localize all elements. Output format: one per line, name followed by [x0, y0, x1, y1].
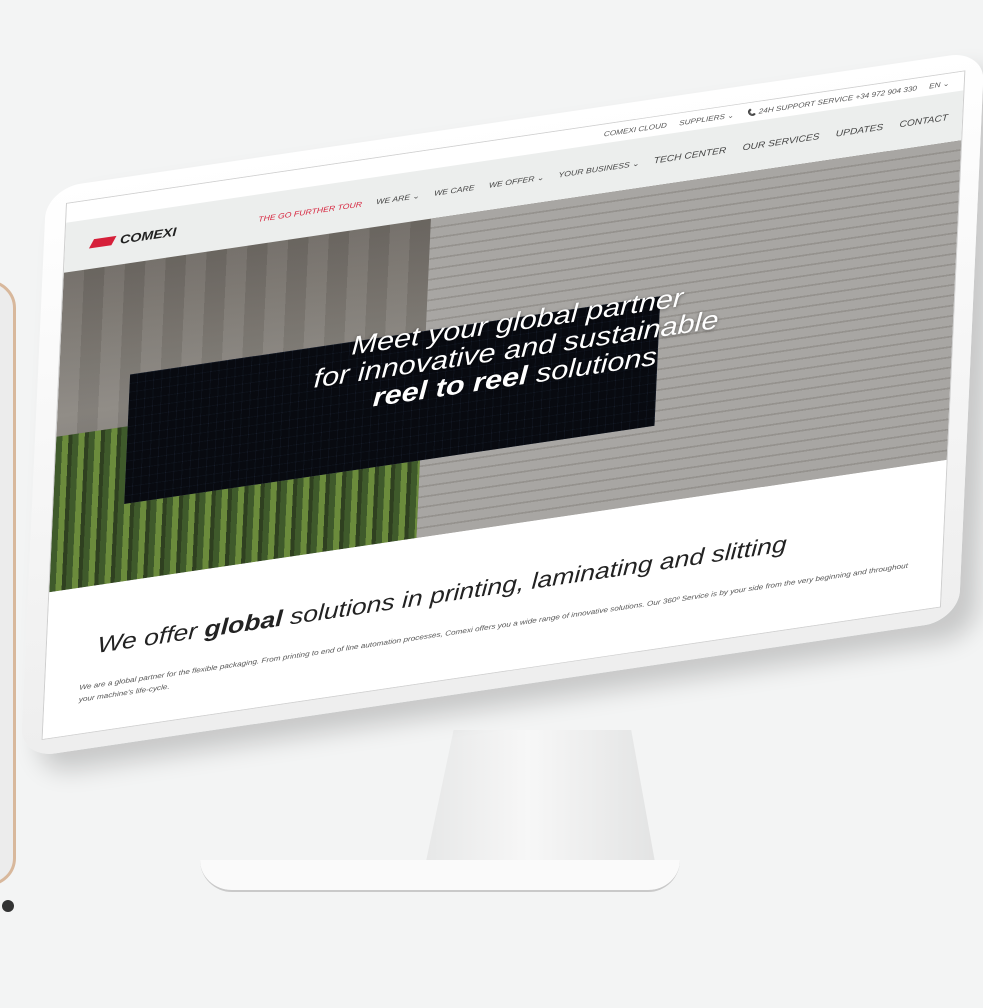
nav-item-tech-center[interactable]: TECH CENTER: [654, 145, 727, 165]
nav-item-we-are[interactable]: WE ARE ⌄: [376, 191, 420, 207]
phone-dot: [2, 900, 14, 912]
nav-item-updates[interactable]: UPDATES: [836, 122, 884, 138]
nav-item-go-further-tour[interactable]: THE GO FURTHER TOUR: [258, 200, 362, 224]
phone-edge: [0, 280, 16, 886]
monitor: COMEXI CLOUD SUPPLIERS ⌄ 📞 24H SUPPORT S…: [20, 50, 983, 1005]
nav-item-our-services[interactable]: OUR SERVICES: [742, 132, 819, 153]
heading-bold: global: [204, 604, 284, 643]
language-select[interactable]: EN ⌄: [929, 79, 950, 90]
logo-mark-icon: [88, 235, 117, 249]
nav-item-we-care[interactable]: WE CARE: [434, 183, 475, 198]
nav-item-we-offer[interactable]: WE OFFER ⌄: [489, 172, 545, 190]
comexi-logo[interactable]: COMEXI: [88, 224, 177, 250]
logo-text: COMEXI: [119, 224, 177, 247]
nav-item-contact[interactable]: CONTACT: [899, 113, 948, 130]
heading-pre: We offer: [96, 616, 206, 659]
nav-item-your-business[interactable]: YOUR BUSINESS ⌄: [558, 158, 639, 179]
